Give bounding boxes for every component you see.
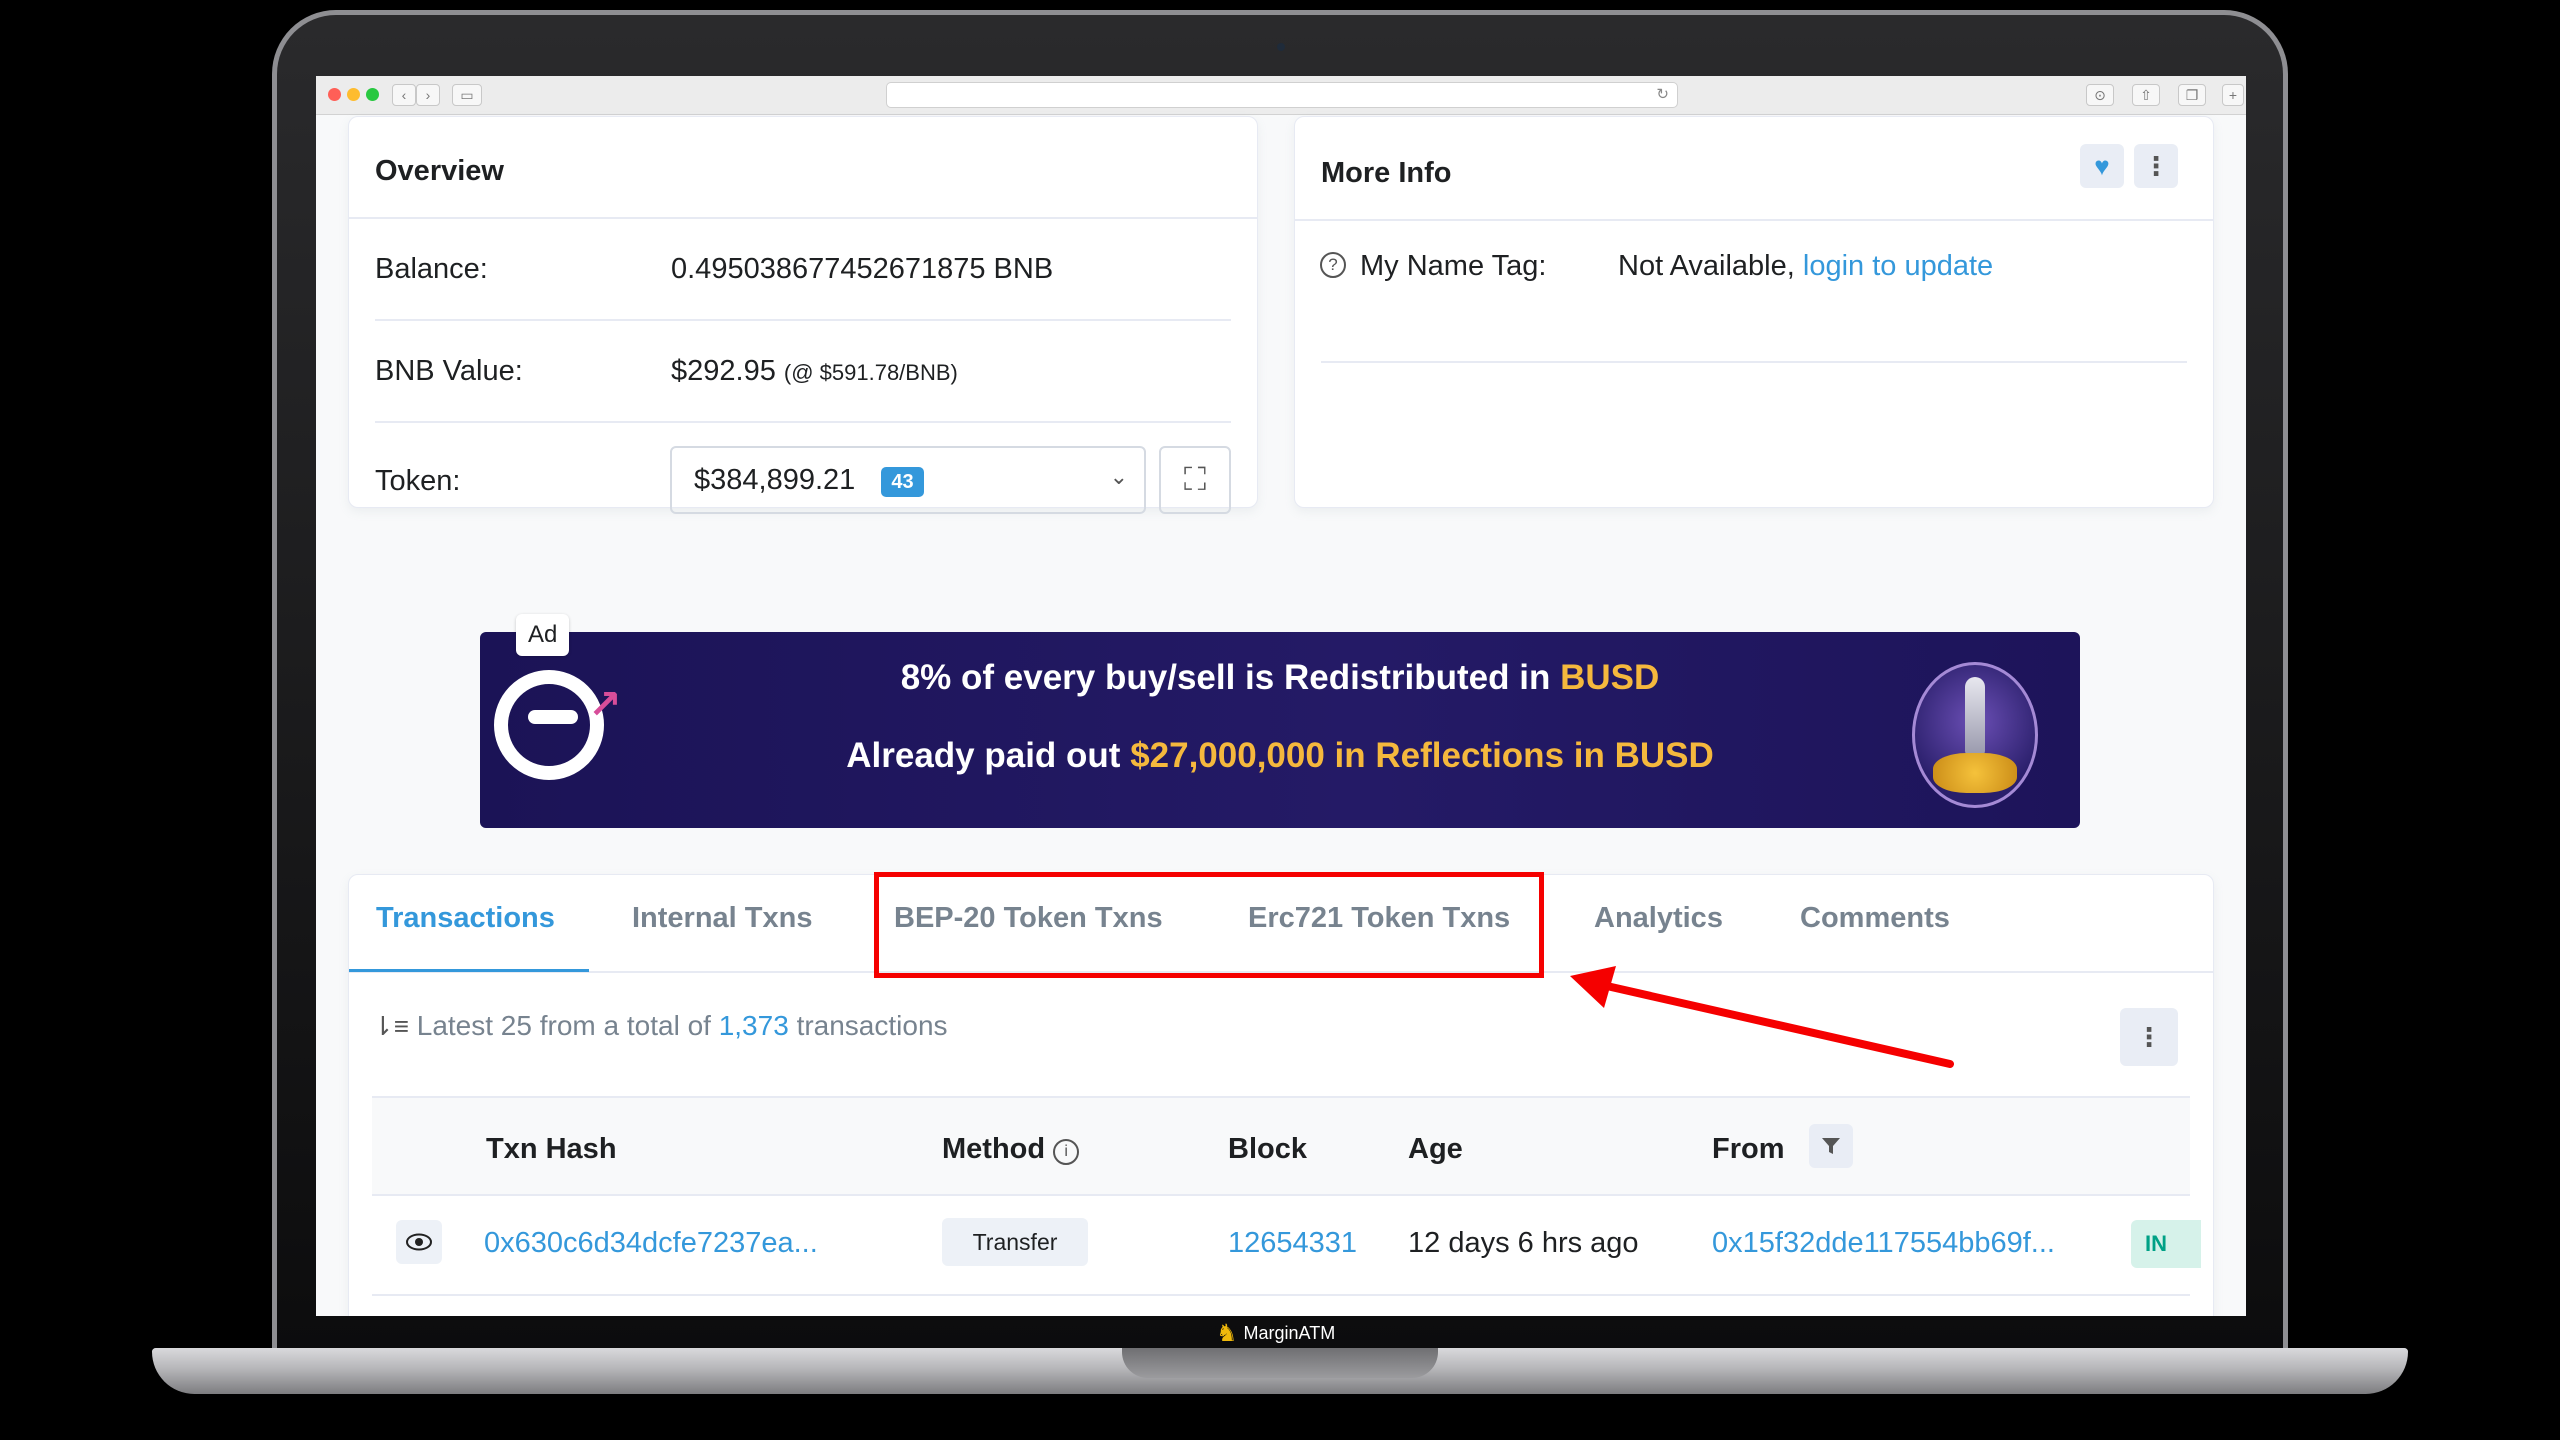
window-close-button[interactable] xyxy=(328,88,341,101)
bnb-value-label: BNB Value: xyxy=(375,355,523,387)
info-icon[interactable]: i xyxy=(1053,1139,1080,1165)
summary-prefix: Latest 25 from a total of xyxy=(416,1010,711,1041)
more-vertical-icon[interactable]: ⋮ xyxy=(2134,144,2178,188)
brand-name: MarginATM xyxy=(1243,1322,1336,1343)
divider xyxy=(1295,219,2213,221)
divider xyxy=(1321,361,2187,363)
tab-transactions[interactable]: Transactions xyxy=(376,902,555,935)
ad-line-2-text: Already paid out xyxy=(846,736,1121,775)
download-button[interactable]: ⊙ xyxy=(2086,84,2114,106)
name-tag-status: Not Available, xyxy=(1618,250,1795,282)
row-block-link[interactable]: 12654331 xyxy=(1228,1227,1357,1260)
address-bar[interactable]: ↻ xyxy=(886,82,1678,108)
window-minimize-button[interactable] xyxy=(347,88,360,101)
balance-value: 0.495038677452671875 BNB xyxy=(671,253,1054,285)
login-link[interactable]: login to update xyxy=(1803,250,1993,282)
more-info-title: More Info xyxy=(1321,157,1452,189)
header-from: From xyxy=(1712,1133,1785,1165)
divider xyxy=(375,319,1231,321)
token-value: $384,899.21 xyxy=(694,464,856,496)
bnb-value: $292.95 (@ $591.78/BNB) xyxy=(671,355,958,388)
header-age[interactable]: Age xyxy=(1408,1133,1463,1166)
rocket-coins-icon xyxy=(1912,662,2038,808)
window-zoom-button[interactable] xyxy=(366,88,379,101)
tab-analytics[interactable]: Analytics xyxy=(1594,902,1723,935)
ad-line-1: 8% of every buy/sell is Redistributed in… xyxy=(480,658,2080,698)
overview-title: Overview xyxy=(375,155,504,187)
filter-icon[interactable] xyxy=(1809,1124,1853,1168)
forward-button[interactable]: › xyxy=(416,84,440,106)
name-tag-label: My Name Tag: xyxy=(1360,250,1547,282)
name-tag-value: Not Available, login to update xyxy=(1618,250,1993,283)
token-holdings-dropdown[interactable]: $384,899.21 43 ⌄ xyxy=(670,446,1146,514)
bnb-value-amount: $292.95 xyxy=(671,355,776,387)
laptop-base-notch xyxy=(1122,1348,1438,1378)
back-button[interactable]: ‹ xyxy=(392,84,416,106)
active-tab-indicator xyxy=(349,969,589,972)
ad-banner[interactable]: ↗ 8% of every buy/sell is Redistributed … xyxy=(480,632,2080,828)
header-method: Method i xyxy=(942,1133,1080,1166)
tabs-overview-button[interactable]: ❐ xyxy=(2178,84,2206,106)
sidebar-toggle-button[interactable]: ▭ xyxy=(452,84,482,106)
token-count-badge: 43 xyxy=(881,467,924,497)
summary-count-link[interactable]: 1,373 xyxy=(719,1010,789,1041)
more-info-card: More Info xyxy=(1294,116,2214,508)
ad-line-2-highlight: $27,000,000 in Reflections in BUSD xyxy=(1130,736,1714,775)
bezel-brand: ♞ MarginATM xyxy=(1216,1318,1335,1348)
more-vertical-icon[interactable]: ⋮ xyxy=(2120,1008,2178,1066)
eye-icon[interactable] xyxy=(396,1220,442,1264)
tab-comments[interactable]: Comments xyxy=(1800,902,1950,935)
ad-line-1-highlight: BUSD xyxy=(1560,658,1660,697)
row-method-badge: Transfer xyxy=(942,1218,1088,1266)
divider xyxy=(375,421,1231,423)
row-txn-hash-link[interactable]: 0x630c6d34dcfe7237ea... xyxy=(484,1227,818,1260)
new-tab-button[interactable]: + xyxy=(2222,84,2244,106)
reload-icon[interactable]: ↻ xyxy=(1656,85,1669,103)
row-direction-badge: IN xyxy=(2131,1220,2201,1268)
token-label: Token: xyxy=(375,465,461,497)
ad-line-1-text: 8% of every buy/sell is Redistributed in xyxy=(900,658,1551,697)
sort-icon: ⇂≡ xyxy=(372,1011,409,1041)
tab-internal-txns[interactable]: Internal Txns xyxy=(632,902,813,935)
highlight-box xyxy=(874,872,1544,978)
transactions-summary: ⇂≡ Latest 25 from a total of 1,373 trans… xyxy=(372,1010,948,1042)
camera-dot xyxy=(1277,43,1285,51)
question-circle-icon[interactable]: ? xyxy=(1320,252,1346,278)
chevron-down-icon: ⌄ xyxy=(1109,464,1128,489)
ad-label: Ad xyxy=(516,614,570,656)
browser-toolbar: ‹ › ▭ ↻ ⊙ ⇧ ❐ + xyxy=(316,76,2246,115)
heart-icon[interactable]: ♥ xyxy=(2080,144,2124,188)
header-method-label: Method xyxy=(942,1133,1046,1165)
summary-suffix: transactions xyxy=(796,1010,948,1041)
ad-line-2: Already paid out $27,000,000 in Reflecti… xyxy=(480,736,2080,776)
share-button[interactable]: ⇧ xyxy=(2132,84,2160,106)
row-from-link[interactable]: 0x15f32dde117554bb69f... xyxy=(1712,1227,2055,1260)
bnb-rate: (@ $591.78/BNB) xyxy=(783,360,958,385)
brand-logo-icon: ♞ xyxy=(1216,1319,1238,1347)
browser-screen: ‹ › ▭ ↻ ⊙ ⇧ ❐ + Overview Balance: 0.4950… xyxy=(316,76,2246,1316)
balance-label: Balance: xyxy=(375,253,488,285)
divider xyxy=(349,217,1257,219)
header-txn-hash: Txn Hash xyxy=(486,1133,617,1165)
row-age: 12 days 6 hrs ago xyxy=(1408,1227,1639,1259)
expand-icon[interactable]: ⛶ xyxy=(1159,446,1231,514)
red-arrow-annotation xyxy=(1570,966,1954,1068)
header-block: Block xyxy=(1228,1133,1307,1165)
